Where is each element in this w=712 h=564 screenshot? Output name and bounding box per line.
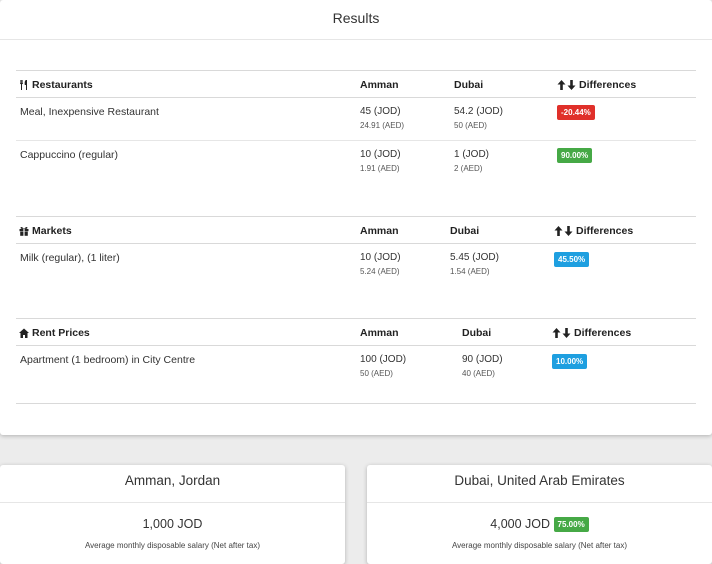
col-differences: Differences — [554, 225, 633, 237]
category-label: Markets — [19, 225, 72, 237]
category-label: Rent Prices — [19, 327, 90, 339]
city1-salary-card: Amman, Jordan 1,000 JOD Average monthly … — [0, 465, 345, 564]
fork-knife-icon — [19, 80, 27, 90]
city2-value: 90 (JOD) 40 (AED) — [462, 354, 503, 378]
home-icon — [19, 328, 29, 338]
city1-value: 45 (JOD) 24.91 (AED) — [360, 106, 405, 130]
difference-badge: 10.00% — [552, 354, 588, 369]
salary-caption: Average monthly disposable salary (Net a… — [84, 541, 261, 550]
section-header: Markets Amman Dubai Differences — [16, 216, 696, 244]
category-label: Restaurants — [19, 79, 93, 91]
section-rent-prices: Rent Prices Amman Dubai Differences Apar… — [16, 318, 696, 404]
city1-value: 100 (JOD) 50 (AED) — [360, 354, 407, 378]
city2-value: 5.45 (JOD) 1.54 (AED) — [450, 252, 499, 276]
card-title: Amman, Jordan — [0, 465, 345, 503]
col-differences: Differences — [552, 327, 631, 339]
item-name: Meal, Inexpensive Restaurant — [20, 106, 159, 118]
difference-badge: 45.50% — [554, 252, 590, 267]
salary-amount: 4,000 JOD 75.00% — [367, 517, 712, 537]
city2-value: 1 (JOD) 2 (AED) — [454, 149, 489, 173]
col-city1: Amman — [360, 79, 399, 91]
card-title: Dubai, United Arab Emirates — [367, 465, 712, 503]
sort-arrows-icon — [552, 328, 571, 338]
col-city2: Dubai — [454, 79, 484, 91]
sort-arrows-icon — [554, 226, 573, 236]
col-differences: Differences — [557, 79, 636, 91]
item-name: Cappuccino (regular) — [20, 149, 119, 161]
col-city2: Dubai — [450, 225, 480, 237]
section-markets: Markets Amman Dubai Differences Milk (re… — [16, 216, 696, 302]
section-header: Rent Prices Amman Dubai Differences — [16, 318, 696, 346]
item-name: Milk (regular), (1 liter) — [20, 252, 120, 264]
results-title: Results — [0, 0, 712, 40]
difference-badge: 90.00% — [557, 148, 593, 163]
city1-value: 10 (JOD) 5.24 (AED) — [360, 252, 401, 276]
city2-salary-card: Dubai, United Arab Emirates 4,000 JOD 75… — [367, 465, 712, 564]
table-row: Meal, Inexpensive Restaurant 45 (JOD) 24… — [16, 98, 696, 141]
table-row: Milk (regular), (1 liter) 10 (JOD) 5.24 … — [16, 244, 696, 302]
table-row: Apartment (1 bedroom) in City Centre 100… — [16, 346, 696, 404]
col-city1: Amman — [360, 225, 399, 237]
salary-amount: 1,000 JOD — [142, 517, 203, 531]
sort-arrows-icon — [557, 80, 576, 90]
results-panel: Results Restaurants Amman Dubai Differen… — [0, 0, 712, 435]
city1-value: 10 (JOD) 1.91 (AED) — [360, 149, 401, 173]
gift-icon — [19, 227, 29, 236]
col-city1: Amman — [360, 327, 399, 339]
salary-difference-badge: 75.00% — [553, 517, 589, 532]
difference-badge: -20.44% — [557, 105, 595, 120]
section-restaurants: Restaurants Amman Dubai Differences Meal… — [16, 70, 696, 199]
col-city2: Dubai — [462, 327, 492, 339]
city2-value: 54.2 (JOD) 50 (AED) — [454, 106, 503, 130]
item-name: Apartment (1 bedroom) in City Centre — [20, 354, 196, 366]
table-row: Cappuccino (regular) 10 (JOD) 1.91 (AED)… — [16, 141, 696, 199]
salary-caption: Average monthly disposable salary (Net a… — [451, 541, 628, 550]
section-header: Restaurants Amman Dubai Differences — [16, 70, 696, 98]
